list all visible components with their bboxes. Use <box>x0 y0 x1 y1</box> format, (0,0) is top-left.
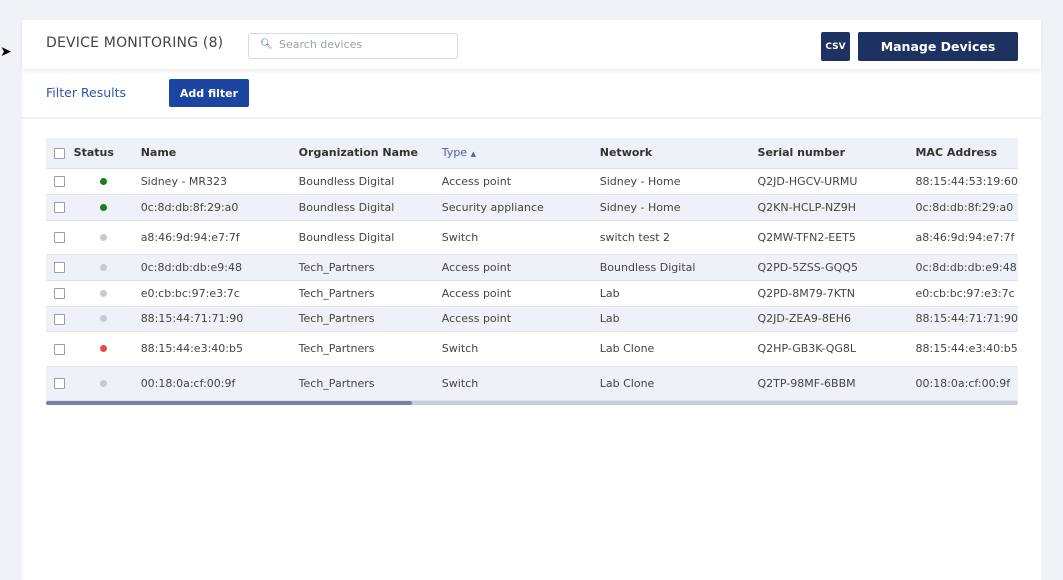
organization-name: Boundless Digital <box>298 168 442 195</box>
add-filter-button[interactable]: Add filter <box>169 79 249 107</box>
table-row[interactable]: 0c:8d:db:db:e9:48 Tech_Partners Access p… <box>46 254 1018 281</box>
serial-number: Q2KN-HCLP-NZ9H <box>757 194 916 221</box>
serial-number: Q2JD-HGCV-URMU <box>757 168 916 195</box>
status-dot-icon <box>99 379 107 387</box>
organization-name: Tech_Partners <box>298 280 442 307</box>
mac-address: 88:15:44:53:19:60 <box>915 168 1018 195</box>
table-row[interactable]: a8:46:9d:94:e7:7f Boundless Digital Swit… <box>46 220 1018 255</box>
page-title: DEVICE MONITORING (8) <box>46 35 224 51</box>
status-dot-icon <box>99 345 107 352</box>
organization-name: Tech_Partners <box>298 306 442 332</box>
device-name[interactable]: e0:cb:bc:97:e3:7c <box>140 280 299 307</box>
mac-address: 88:15:44:71:71:90 <box>915 306 1018 332</box>
row-checkbox[interactable] <box>54 313 65 325</box>
filter-bar: Filter Results Add filter <box>22 69 1041 119</box>
network-name: Sidney - Home <box>599 168 758 195</box>
manage-devices-button[interactable]: Manage Devices <box>858 32 1018 61</box>
device-name[interactable]: Sidney - MR323 <box>140 168 299 195</box>
devices-table: Status Name Organization Name Type ▲ Net… <box>46 138 1018 401</box>
table-row[interactable]: 88:15:44:71:71:90 Tech_Partners Access p… <box>46 306 1018 332</box>
organization-name: Boundless Digital <box>298 220 442 255</box>
serial-number: Q2HP-GB3K-QG8L <box>757 331 916 367</box>
column-serial[interactable]: Serial number <box>757 138 916 169</box>
status-dot-icon <box>99 289 107 297</box>
column-type-label: Type <box>441 146 468 160</box>
network-name: Lab Clone <box>599 331 758 367</box>
status-dot-icon <box>99 177 107 185</box>
column-network[interactable]: Network <box>599 138 758 169</box>
horizontal-scrollbar[interactable] <box>46 401 1018 405</box>
row-checkbox[interactable] <box>54 343 65 355</box>
serial-number: Q2PD-5ZSS-GQQ5 <box>757 254 916 281</box>
serial-number: Q2JD-ZEA9-8EH6 <box>757 306 916 332</box>
device-name[interactable]: 88:15:44:e3:40:b5 <box>140 331 299 367</box>
table-row[interactable]: 0c:8d:db:8f:29:a0 Boundless Digital Secu… <box>46 194 1018 221</box>
column-organization[interactable]: Organization Name <box>298 138 442 169</box>
serial-number: Q2MW-TFN2-EET5 <box>757 220 916 255</box>
mac-address: a8:46:9d:94:e7:7f <box>915 220 1018 255</box>
organization-name: Boundless Digital <box>298 194 442 221</box>
device-type: Switch <box>441 220 600 255</box>
device-name[interactable]: 0c:8d:db:8f:29:a0 <box>140 194 299 221</box>
table-row[interactable]: Sidney - MR323 Boundless Digital Access … <box>46 168 1018 195</box>
network-name: Lab <box>599 306 758 332</box>
status-dot-icon <box>99 203 107 211</box>
serial-number: Q2PD-8M79-7KTN <box>757 280 916 307</box>
organization-name: Tech_Partners <box>298 331 442 367</box>
column-mac[interactable]: MAC Address <box>915 138 1018 169</box>
device-type: Switch <box>441 331 600 367</box>
search-box[interactable]: 🔍︎ <box>248 33 458 59</box>
mac-address: 88:15:44:e3:40:b5 <box>915 331 1018 367</box>
column-status[interactable]: Status <box>73 138 141 169</box>
device-type: Switch <box>441 366 600 401</box>
scrollbar-thumb[interactable] <box>46 401 412 405</box>
network-name: Sidney - Home <box>599 194 758 221</box>
row-checkbox[interactable] <box>54 262 65 273</box>
row-checkbox[interactable] <box>54 176 65 187</box>
mac-address: e0:cb:bc:97:e3:7c <box>915 280 1018 307</box>
select-all-checkbox[interactable] <box>54 147 65 159</box>
column-name[interactable]: Name <box>140 138 299 169</box>
row-checkbox[interactable] <box>54 202 65 213</box>
csv-export-button[interactable]: CSV <box>821 32 850 61</box>
column-type[interactable]: Type ▲ <box>441 138 600 169</box>
mac-address: 0c:8d:db:db:e9:48 <box>915 254 1018 281</box>
table-row[interactable]: 00:18:0a:cf:00:9f Tech_Partners Switch L… <box>46 366 1018 401</box>
sort-ascending-icon: ▲ <box>470 150 476 159</box>
device-name[interactable]: 88:15:44:71:71:90 <box>140 306 299 332</box>
table-header-row: Status Name Organization Name Type ▲ Net… <box>46 138 1018 169</box>
network-name: Lab <box>599 280 758 307</box>
page-header: DEVICE MONITORING (8) 🔍︎ CSV Manage Devi… <box>22 20 1041 69</box>
mac-address: 0c:8d:db:8f:29:a0 <box>915 194 1018 221</box>
device-type: Security appliance <box>441 194 600 221</box>
mac-address: 00:18:0a:cf:00:9f <box>915 366 1018 401</box>
status-dot-icon <box>99 315 107 322</box>
device-name[interactable]: 00:18:0a:cf:00:9f <box>140 366 299 401</box>
device-name[interactable]: a8:46:9d:94:e7:7f <box>140 220 299 255</box>
network-name: switch test 2 <box>599 220 758 255</box>
search-input[interactable] <box>279 38 449 51</box>
network-name: Boundless Digital <box>599 254 758 281</box>
device-type: Access point <box>441 306 600 332</box>
status-dot-icon <box>99 263 107 271</box>
filter-results-label: Filter Results <box>46 85 127 100</box>
device-name[interactable]: 0c:8d:db:db:e9:48 <box>140 254 299 281</box>
table-row[interactable]: e0:cb:bc:97:e3:7c Tech_Partners Access p… <box>46 280 1018 307</box>
device-type: Access point <box>441 168 600 195</box>
mouse-cursor-icon: ➤ <box>0 44 12 60</box>
row-checkbox[interactable] <box>54 288 65 299</box>
organization-name: Tech_Partners <box>298 366 442 401</box>
row-checkbox[interactable] <box>54 232 65 243</box>
network-name: Lab Clone <box>599 366 758 401</box>
status-dot-icon <box>99 233 107 241</box>
device-type: Access point <box>441 254 600 281</box>
row-checkbox[interactable] <box>54 378 65 389</box>
device-monitoring-card: DEVICE MONITORING (8) 🔍︎ CSV Manage Devi… <box>22 20 1041 580</box>
device-type: Access point <box>441 280 600 307</box>
search-icon: 🔍︎ <box>260 39 273 50</box>
organization-name: Tech_Partners <box>298 254 442 281</box>
serial-number: Q2TP-98MF-6BBM <box>757 366 916 401</box>
table-row[interactable]: 88:15:44:e3:40:b5 Tech_Partners Switch L… <box>46 331 1018 367</box>
